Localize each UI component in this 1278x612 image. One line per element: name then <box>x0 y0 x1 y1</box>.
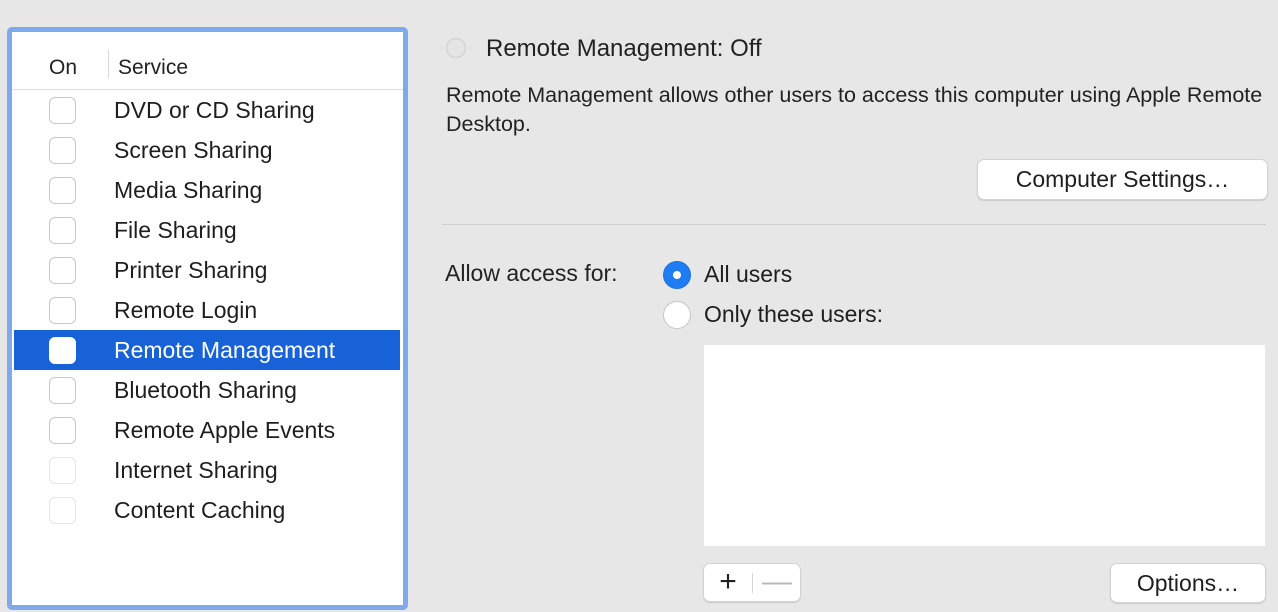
service-checkbox[interactable] <box>49 97 76 124</box>
service-row-dvd-or-cd-sharing[interactable]: DVD or CD Sharing <box>14 90 400 130</box>
service-rows: DVD or CD Sharing Screen Sharing Media S… <box>14 90 400 530</box>
status-title: Remote Management: Off <box>486 35 762 62</box>
services-table[interactable]: On Service DVD or CD Sharing Screen Shar… <box>7 27 408 610</box>
service-description: Remote Management allows other users to … <box>446 83 1263 136</box>
service-row-screen-sharing[interactable]: Screen Sharing <box>14 130 400 170</box>
column-header-service[interactable]: Service <box>118 56 188 80</box>
computer-settings-button[interactable]: Computer Settings… <box>977 159 1268 200</box>
service-row-media-sharing[interactable]: Media Sharing <box>14 170 400 210</box>
service-checkbox[interactable] <box>49 417 76 444</box>
service-checkbox[interactable] <box>49 137 76 164</box>
sharing-preferences-window: On Service DVD or CD Sharing Screen Shar… <box>0 0 1278 612</box>
allowed-users-list[interactable] <box>704 345 1265 546</box>
add-remove-control: + — <box>703 563 801 602</box>
service-row-internet-sharing[interactable]: Internet Sharing <box>14 450 400 490</box>
only-these-users-radio[interactable] <box>663 301 691 329</box>
service-checkbox[interactable] <box>49 457 76 484</box>
service-row-remote-apple-events[interactable]: Remote Apple Events <box>14 410 400 450</box>
section-divider <box>442 224 1266 225</box>
service-label: Remote Login <box>114 297 258 323</box>
service-label: File Sharing <box>114 217 237 243</box>
allow-access-label: Allow access for: <box>445 260 618 286</box>
add-user-button[interactable]: + <box>704 564 752 601</box>
table-header: On Service <box>12 32 403 90</box>
service-label: Internet Sharing <box>114 457 278 483</box>
service-label: Content Caching <box>114 497 286 523</box>
service-row-file-sharing[interactable]: File Sharing <box>14 210 400 250</box>
status-indicator-icon <box>446 38 466 58</box>
service-row-remote-management[interactable]: Remote Management <box>14 330 400 370</box>
service-label: DVD or CD Sharing <box>114 97 315 123</box>
service-row-bluetooth-sharing[interactable]: Bluetooth Sharing <box>14 370 400 410</box>
all-users-label[interactable]: All users <box>704 261 792 288</box>
service-label: Printer Sharing <box>114 257 268 283</box>
service-label: Screen Sharing <box>114 137 273 163</box>
column-separator <box>108 50 109 78</box>
service-checkbox[interactable] <box>49 337 76 364</box>
service-label: Media Sharing <box>114 177 263 203</box>
service-label: Remote Apple Events <box>114 417 336 443</box>
all-users-radio[interactable] <box>663 261 691 289</box>
service-checkbox[interactable] <box>49 497 76 524</box>
only-these-users-label[interactable]: Only these users: <box>704 301 883 328</box>
remove-user-button[interactable]: — <box>753 564 801 601</box>
service-checkbox[interactable] <box>49 257 76 284</box>
service-row-content-caching[interactable]: Content Caching <box>14 490 400 530</box>
service-row-remote-login[interactable]: Remote Login <box>14 290 400 330</box>
service-checkbox[interactable] <box>49 377 76 404</box>
service-checkbox[interactable] <box>49 217 76 244</box>
service-row-printer-sharing[interactable]: Printer Sharing <box>14 250 400 290</box>
service-label: Bluetooth Sharing <box>114 377 297 403</box>
service-checkbox[interactable] <box>49 297 76 324</box>
service-checkbox[interactable] <box>49 177 76 204</box>
column-header-on[interactable]: On <box>49 56 77 80</box>
options-button[interactable]: Options… <box>1110 563 1266 603</box>
service-label: Remote Management <box>114 337 336 363</box>
